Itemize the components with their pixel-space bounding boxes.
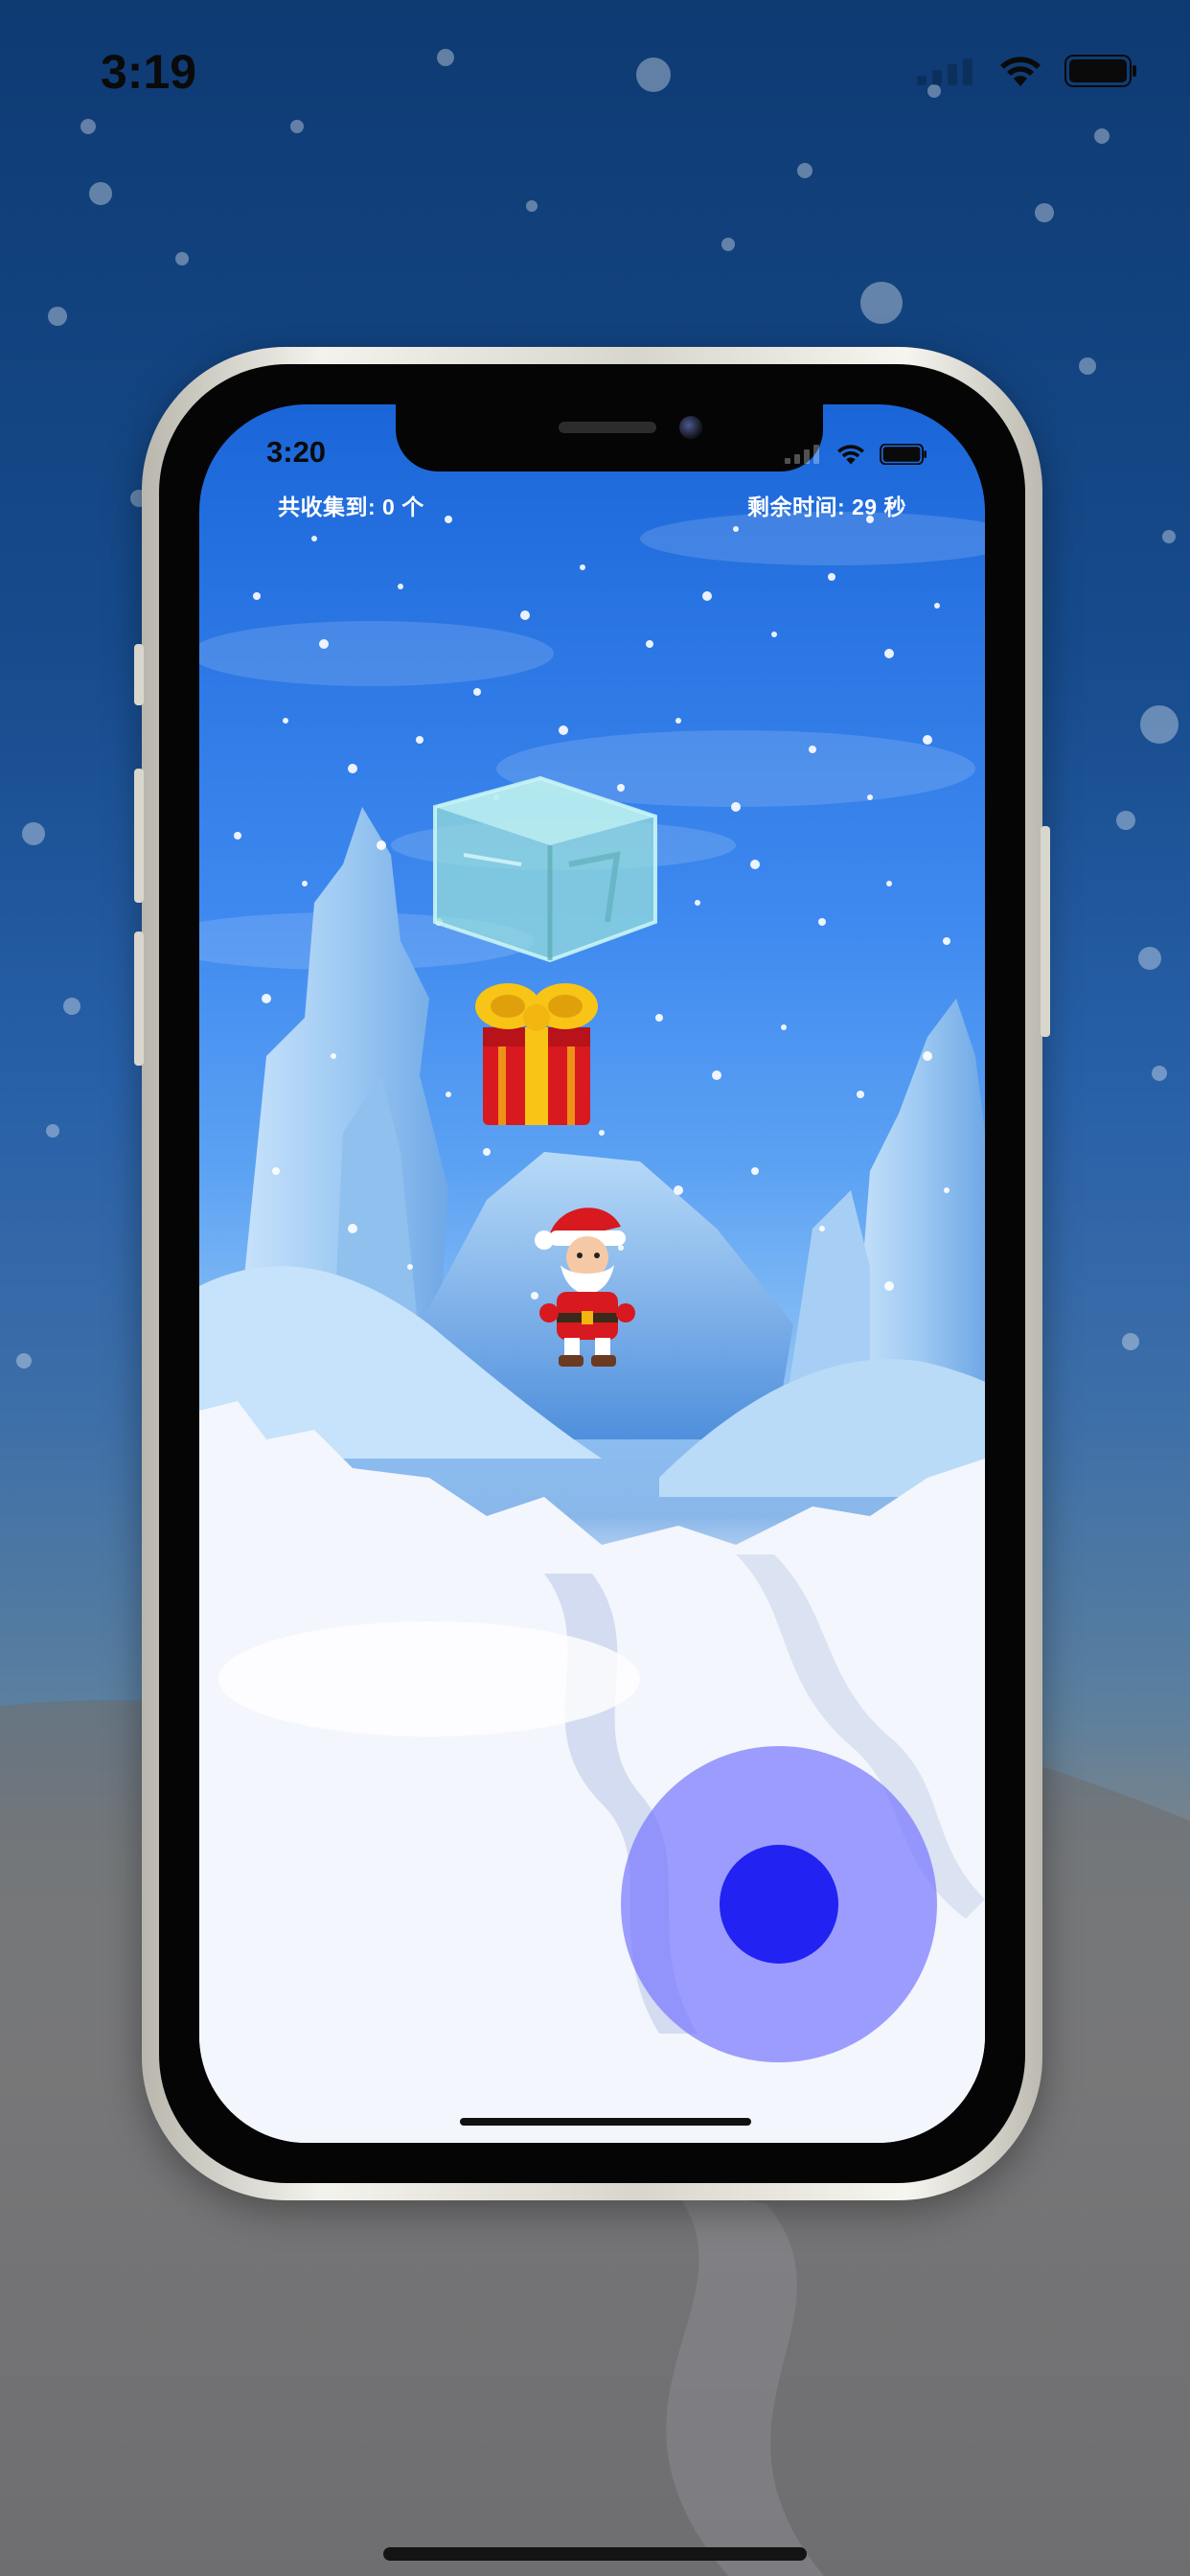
front-camera-icon bbox=[679, 416, 702, 439]
battery-icon bbox=[1064, 55, 1136, 87]
inner-status-icons bbox=[784, 443, 927, 466]
outer-status-time: 3:19 bbox=[101, 45, 197, 99]
joystick-knob[interactable] bbox=[720, 1845, 838, 1964]
home-indicator[interactable] bbox=[460, 2118, 751, 2126]
collected-count-label: 共收集到: 0 个 bbox=[278, 494, 424, 519]
outer-status-icons bbox=[915, 54, 1137, 88]
mute-switch bbox=[134, 644, 144, 705]
wifi-icon bbox=[1000, 57, 1041, 86]
ice-block bbox=[433, 775, 657, 963]
side-button bbox=[1041, 826, 1050, 1037]
gift-box bbox=[475, 983, 598, 1125]
volume-up-button bbox=[134, 769, 144, 903]
phone-bezel: 3:20 共收集到: 0 个 剩余时间: 29 秒 bbox=[159, 364, 1025, 2183]
inner-status-time: 3:20 bbox=[266, 435, 327, 469]
outer-home-indicator[interactable] bbox=[383, 2547, 807, 2561]
phone-frame: 3:20 共收集到: 0 个 剩余时间: 29 秒 bbox=[134, 347, 1050, 2200]
cellular-signal-icon bbox=[785, 445, 819, 464]
outer-status-bar: 3:19 bbox=[0, 38, 1190, 105]
santa-character bbox=[535, 1208, 635, 1367]
battery-icon bbox=[880, 444, 927, 465]
earpiece-speaker bbox=[559, 422, 656, 433]
virtual-joystick[interactable] bbox=[621, 1746, 937, 2062]
cellular-signal-icon bbox=[917, 58, 973, 85]
screen: 3:19 3:20 共收集到: 0 个 剩余时间: 29 秒 bbox=[0, 0, 1190, 2576]
wifi-icon bbox=[837, 445, 864, 465]
volume-down-button bbox=[134, 932, 144, 1066]
phone-notch bbox=[396, 404, 823, 472]
game-view[interactable]: 3:20 共收集到: 0 个 剩余时间: 29 秒 bbox=[199, 404, 985, 2143]
time-remaining-label: 剩余时间: 29 秒 bbox=[746, 494, 906, 519]
